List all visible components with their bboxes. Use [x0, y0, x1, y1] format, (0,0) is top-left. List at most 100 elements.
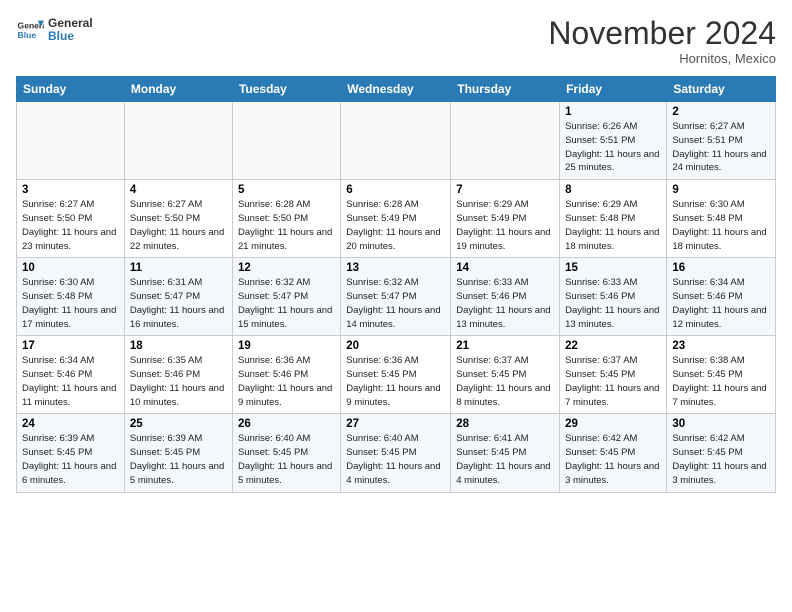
day-number: 15: [565, 262, 661, 274]
day-cell: [341, 102, 451, 180]
day-info: Sunrise: 6:36 AMSunset: 5:45 PMDaylight:…: [346, 354, 445, 409]
day-cell: 2Sunrise: 6:27 AMSunset: 5:51 PMDaylight…: [667, 102, 776, 180]
day-info: Sunrise: 6:39 AMSunset: 5:45 PMDaylight:…: [22, 432, 119, 487]
day-cell: 29 Sunrise: 6:42 AMSunset: 5:45 PMDayligh…: [560, 414, 667, 492]
col-saturday: Saturday: [667, 77, 776, 102]
day-cell: 7Sunrise: 6:29 AMSunset: 5:49 PMDaylight…: [451, 180, 560, 258]
day-cell: 14 Sunrise: 6:33 AMSunset: 5:46 PMDayligh…: [451, 258, 560, 336]
day-number: 9: [672, 184, 770, 196]
day-info: Sunrise: 6:37 AMSunset: 5:45 PMDaylight:…: [456, 354, 554, 409]
day-number: 6: [346, 184, 445, 196]
day-info: Sunrise: 6:30 AMSunset: 5:48 PMDaylight:…: [22, 276, 119, 331]
day-number: 30: [672, 418, 770, 430]
day-cell: 25 Sunrise: 6:39 AMSunset: 5:45 PMDayligh…: [124, 414, 232, 492]
day-number: 2: [672, 106, 770, 118]
day-cell: 6 Sunrise: 6:28 AMSunset: 5:49 PMDaylight…: [341, 180, 451, 258]
day-cell: 17 Sunrise: 6:34 AMSunset: 5:46 PMDayligh…: [17, 336, 125, 414]
day-info: Sunrise: 6:32 AMSunset: 5:47 PMDaylight:…: [346, 276, 445, 331]
day-cell: 10 Sunrise: 6:30 AMSunset: 5:48 PMDayligh…: [17, 258, 125, 336]
day-cell: 26Sunrise: 6:40 AMSunset: 5:45 PMDayligh…: [232, 414, 340, 492]
day-info: Sunrise: 6:38 AMSunset: 5:45 PMDaylight:…: [672, 354, 770, 409]
week-row-5: 24Sunrise: 6:39 AMSunset: 5:45 PMDayligh…: [17, 414, 776, 492]
day-number: 3: [22, 184, 119, 196]
col-monday: Monday: [124, 77, 232, 102]
day-number: 5: [238, 184, 335, 196]
day-number: 23: [672, 340, 770, 352]
day-number: 21: [456, 340, 554, 352]
col-friday: Friday: [560, 77, 667, 102]
day-number: 19: [238, 340, 335, 352]
day-cell: 1 Sunrise: 6:26 AMSunset: 5:51 PMDaylight…: [560, 102, 667, 180]
day-cell: 4 Sunrise: 6:27 AMSunset: 5:50 PMDaylight…: [124, 180, 232, 258]
day-info: Sunrise: 6:30 AMSunset: 5:48 PMDaylight:…: [672, 198, 770, 253]
day-number: 4: [130, 184, 227, 196]
day-cell: [124, 102, 232, 180]
day-cell: 24Sunrise: 6:39 AMSunset: 5:45 PMDayligh…: [17, 414, 125, 492]
day-info: Sunrise: 6:33 AMSunset: 5:46 PMDaylight:…: [565, 276, 661, 331]
calendar-table: SundayMondayTuesdayWednesdayThursdayFrid…: [16, 76, 776, 492]
day-number: 14: [456, 262, 554, 274]
day-cell: 27Sunrise: 6:40 AMSunset: 5:45 PMDayligh…: [341, 414, 451, 492]
calendar-header-row: SundayMondayTuesdayWednesdayThursdayFrid…: [17, 77, 776, 102]
calendar-page: General Blue General Blue November 2024 …: [0, 0, 792, 612]
day-cell: 5 Sunrise: 6:28 AMSunset: 5:50 PMDaylight…: [232, 180, 340, 258]
day-number: 27: [346, 418, 445, 430]
day-info: Sunrise: 6:32 AMSunset: 5:47 PMDaylight:…: [238, 276, 335, 331]
day-info: Sunrise: 6:29 AMSunset: 5:48 PMDaylight:…: [565, 198, 661, 253]
day-info: Sunrise: 6:42 AMSunset: 5:45 PMDaylight:…: [565, 432, 661, 487]
day-info: Sunrise: 6:27 AMSunset: 5:50 PMDaylight:…: [22, 198, 119, 253]
day-cell: [232, 102, 340, 180]
day-cell: 8 Sunrise: 6:29 AMSunset: 5:48 PMDaylight…: [560, 180, 667, 258]
day-info: Sunrise: 6:35 AMSunset: 5:46 PMDaylight:…: [130, 354, 227, 409]
day-cell: 9 Sunrise: 6:30 AMSunset: 5:48 PMDaylight…: [667, 180, 776, 258]
day-info: Sunrise: 6:40 AMSunset: 5:45 PMDaylight:…: [238, 432, 335, 487]
day-cell: 19 Sunrise: 6:36 AMSunset: 5:46 PMDayligh…: [232, 336, 340, 414]
day-number: 8: [565, 184, 661, 196]
day-info: Sunrise: 6:39 AMSunset: 5:45 PMDaylight:…: [130, 432, 227, 487]
day-number: 22: [565, 340, 661, 352]
week-row-4: 17 Sunrise: 6:34 AMSunset: 5:46 PMDayligh…: [17, 336, 776, 414]
day-number: 12: [238, 262, 335, 274]
day-number: 25: [130, 418, 227, 430]
day-number: 28: [456, 418, 554, 430]
day-number: 17: [22, 340, 119, 352]
day-cell: 18Sunrise: 6:35 AMSunset: 5:46 PMDayligh…: [124, 336, 232, 414]
day-info: Sunrise: 6:33 AMSunset: 5:46 PMDaylight:…: [456, 276, 554, 331]
day-cell: 22 Sunrise: 6:37 AMSunset: 5:45 PMDayligh…: [560, 336, 667, 414]
day-cell: 11 Sunrise: 6:31 AMSunset: 5:47 PMDayligh…: [124, 258, 232, 336]
month-title: November 2024: [548, 16, 776, 51]
day-info: Sunrise: 6:41 AMSunset: 5:45 PMDaylight:…: [456, 432, 554, 487]
day-cell: 16 Sunrise: 6:34 AMSunset: 5:46 PMDayligh…: [667, 258, 776, 336]
week-row-3: 10 Sunrise: 6:30 AMSunset: 5:48 PMDayligh…: [17, 258, 776, 336]
day-info: Sunrise: 6:34 AMSunset: 5:46 PMDaylight:…: [22, 354, 119, 409]
col-wednesday: Wednesday: [341, 77, 451, 102]
day-cell: 28 Sunrise: 6:41 AMSunset: 5:45 PMDayligh…: [451, 414, 560, 492]
week-row-1: 1 Sunrise: 6:26 AMSunset: 5:51 PMDaylight…: [17, 102, 776, 180]
day-info: Sunrise: 6:37 AMSunset: 5:45 PMDaylight:…: [565, 354, 661, 409]
day-info: Sunrise: 6:26 AMSunset: 5:51 PMDaylight:…: [565, 120, 661, 175]
day-cell: [451, 102, 560, 180]
day-cell: 20 Sunrise: 6:36 AMSunset: 5:45 PMDayligh…: [341, 336, 451, 414]
day-number: 16: [672, 262, 770, 274]
day-number: 10: [22, 262, 119, 274]
day-cell: 21 Sunrise: 6:37 AMSunset: 5:45 PMDayligh…: [451, 336, 560, 414]
day-cell: [17, 102, 125, 180]
day-number: 1: [565, 106, 661, 118]
day-cell: 12 Sunrise: 6:32 AMSunset: 5:47 PMDayligh…: [232, 258, 340, 336]
day-info: Sunrise: 6:28 AMSunset: 5:50 PMDaylight:…: [238, 198, 335, 253]
day-number: 29: [565, 418, 661, 430]
day-number: 11: [130, 262, 227, 274]
day-info: Sunrise: 6:42 AMSunset: 5:45 PMDaylight:…: [672, 432, 770, 487]
day-info: Sunrise: 6:28 AMSunset: 5:49 PMDaylight:…: [346, 198, 445, 253]
day-number: 7: [456, 184, 554, 196]
day-cell: 13Sunrise: 6:32 AMSunset: 5:47 PMDayligh…: [341, 258, 451, 336]
col-sunday: Sunday: [17, 77, 125, 102]
logo: General Blue General Blue: [16, 16, 93, 44]
day-info: Sunrise: 6:27 AMSunset: 5:50 PMDaylight:…: [130, 198, 227, 253]
day-info: Sunrise: 6:34 AMSunset: 5:46 PMDaylight:…: [672, 276, 770, 331]
day-number: 20: [346, 340, 445, 352]
logo-blue: Blue: [48, 30, 93, 43]
day-info: Sunrise: 6:36 AMSunset: 5:46 PMDaylight:…: [238, 354, 335, 409]
day-info: Sunrise: 6:31 AMSunset: 5:47 PMDaylight:…: [130, 276, 227, 331]
title-block: November 2024 Hornitos, Mexico: [548, 16, 776, 66]
